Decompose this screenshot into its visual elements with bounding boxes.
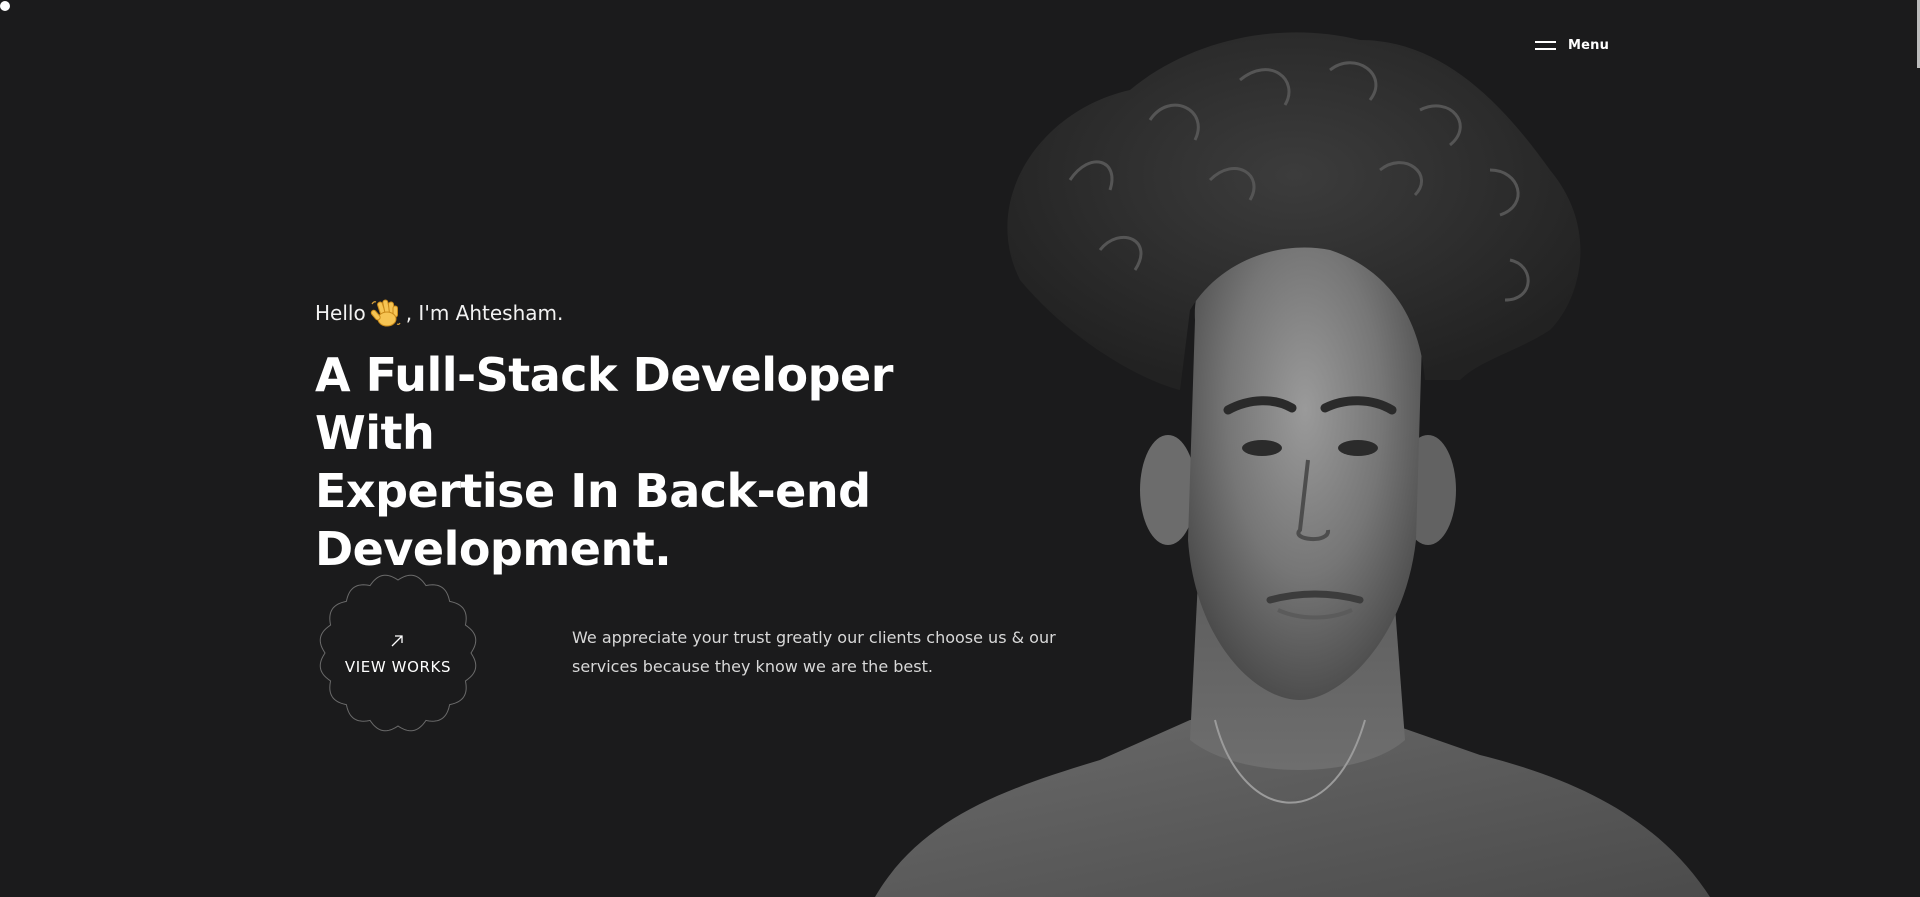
headline-line-1: A Full-Stack Developer With [315, 348, 893, 460]
view-works-button[interactable]: VIEW WORKS [318, 573, 478, 733]
greeting-name: , I'm Ahtesham. [405, 301, 564, 325]
arrow-up-right-icon [391, 635, 403, 647]
headline-line-3: Development. [315, 522, 672, 576]
hamburger-icon [1535, 40, 1556, 51]
page: Menu Hello , I'm Ahtesham. A Full-Stack … [0, 0, 1920, 897]
scalloped-badge-outline [319, 574, 477, 732]
menu-button[interactable]: Menu [1535, 38, 1609, 53]
greeting: Hello , I'm Ahtesham. [315, 298, 563, 328]
view-works-label: VIEW WORKS [344, 658, 452, 676]
greeting-hello: Hello [315, 301, 366, 325]
headline-line-2: Expertise In Back-end [315, 464, 871, 518]
cursor-dot [0, 1, 10, 11]
menu-label: Menu [1568, 38, 1610, 53]
waving-hand-icon [370, 299, 401, 327]
hero-tagline: We appreciate your trust greatly our cli… [572, 628, 1056, 676]
hero-headline: A Full-Stack Developer With Expertise In… [315, 346, 1015, 578]
